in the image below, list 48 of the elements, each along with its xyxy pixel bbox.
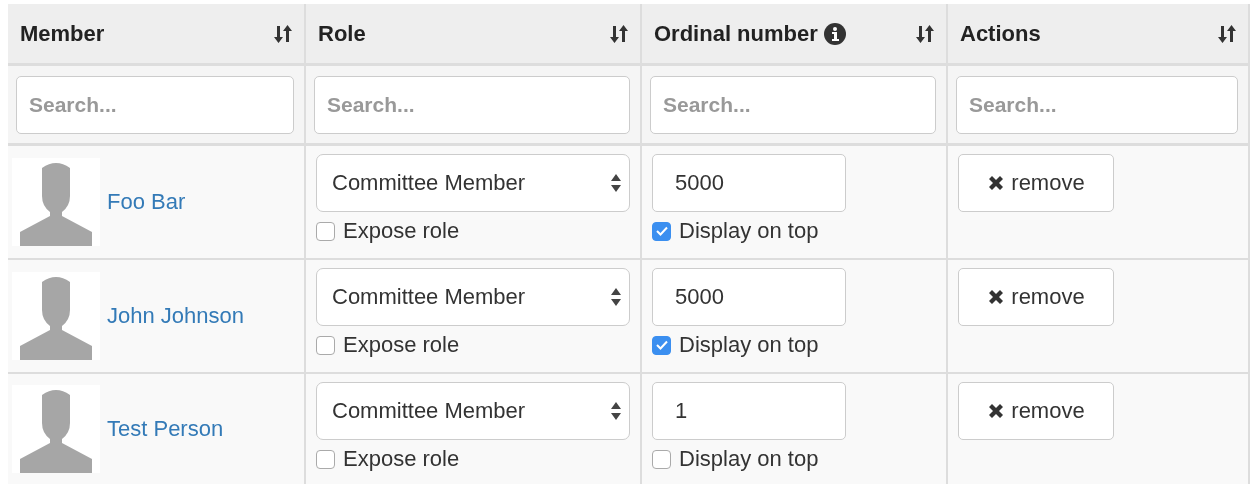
checkbox[interactable] (652, 335, 671, 355)
search-field[interactable]: Search... (956, 76, 1238, 134)
checkbox-label: Display on top (679, 218, 819, 244)
checkbox[interactable] (652, 221, 671, 241)
column-header: Member (20, 20, 105, 47)
sort-icon (916, 24, 934, 43)
info-icon (823, 22, 846, 45)
member-link[interactable]: John Johnson (107, 303, 244, 329)
checkbox-label: Display on top (679, 332, 819, 358)
avatar-icon (12, 272, 100, 360)
sort-icon (1218, 24, 1236, 43)
checkbox-label: Expose role (343, 332, 460, 358)
updown-caret-icon (611, 288, 621, 306)
column-header: Role (318, 20, 366, 47)
remove-button[interactable]: remove (958, 268, 1114, 326)
checkbox-label: Display on top (679, 446, 819, 472)
member-link[interactable]: Test Person (107, 416, 224, 442)
updown-caret-icon (611, 402, 621, 420)
checkbox[interactable] (316, 449, 335, 469)
checkbox[interactable] (316, 335, 335, 355)
check-icon (655, 226, 668, 236)
number-field[interactable]: 5000 (652, 154, 846, 212)
role-dropdown[interactable]: Committee Member (316, 382, 630, 440)
checkbox-label: Expose role (343, 218, 460, 244)
remove-button[interactable]: remove (958, 382, 1114, 440)
search-field[interactable]: Search... (314, 76, 630, 134)
search-field[interactable]: Search... (16, 76, 294, 134)
member-link[interactable]: Foo Bar (107, 189, 186, 215)
number-field[interactable]: 5000 (652, 268, 846, 326)
checkbox-label: Expose role (343, 446, 460, 472)
check-icon (655, 340, 668, 350)
checkbox[interactable] (316, 221, 335, 241)
updown-caret-icon (611, 174, 621, 192)
sort-icon (274, 24, 292, 43)
sort-icon (610, 24, 628, 43)
close-icon (987, 174, 1006, 192)
avatar-icon (12, 158, 100, 246)
close-icon (987, 288, 1006, 306)
column-header: Actions (960, 20, 1041, 47)
search-field[interactable]: Search... (650, 76, 936, 134)
avatar-icon (12, 385, 100, 473)
number-field[interactable]: 1 (652, 382, 846, 440)
remove-button[interactable]: remove (958, 154, 1114, 212)
column-header: Ordinal number (654, 20, 818, 47)
role-dropdown[interactable]: Committee Member (316, 154, 630, 212)
role-dropdown[interactable]: Committee Member (316, 268, 630, 326)
close-icon (987, 402, 1006, 420)
checkbox[interactable] (652, 449, 671, 469)
